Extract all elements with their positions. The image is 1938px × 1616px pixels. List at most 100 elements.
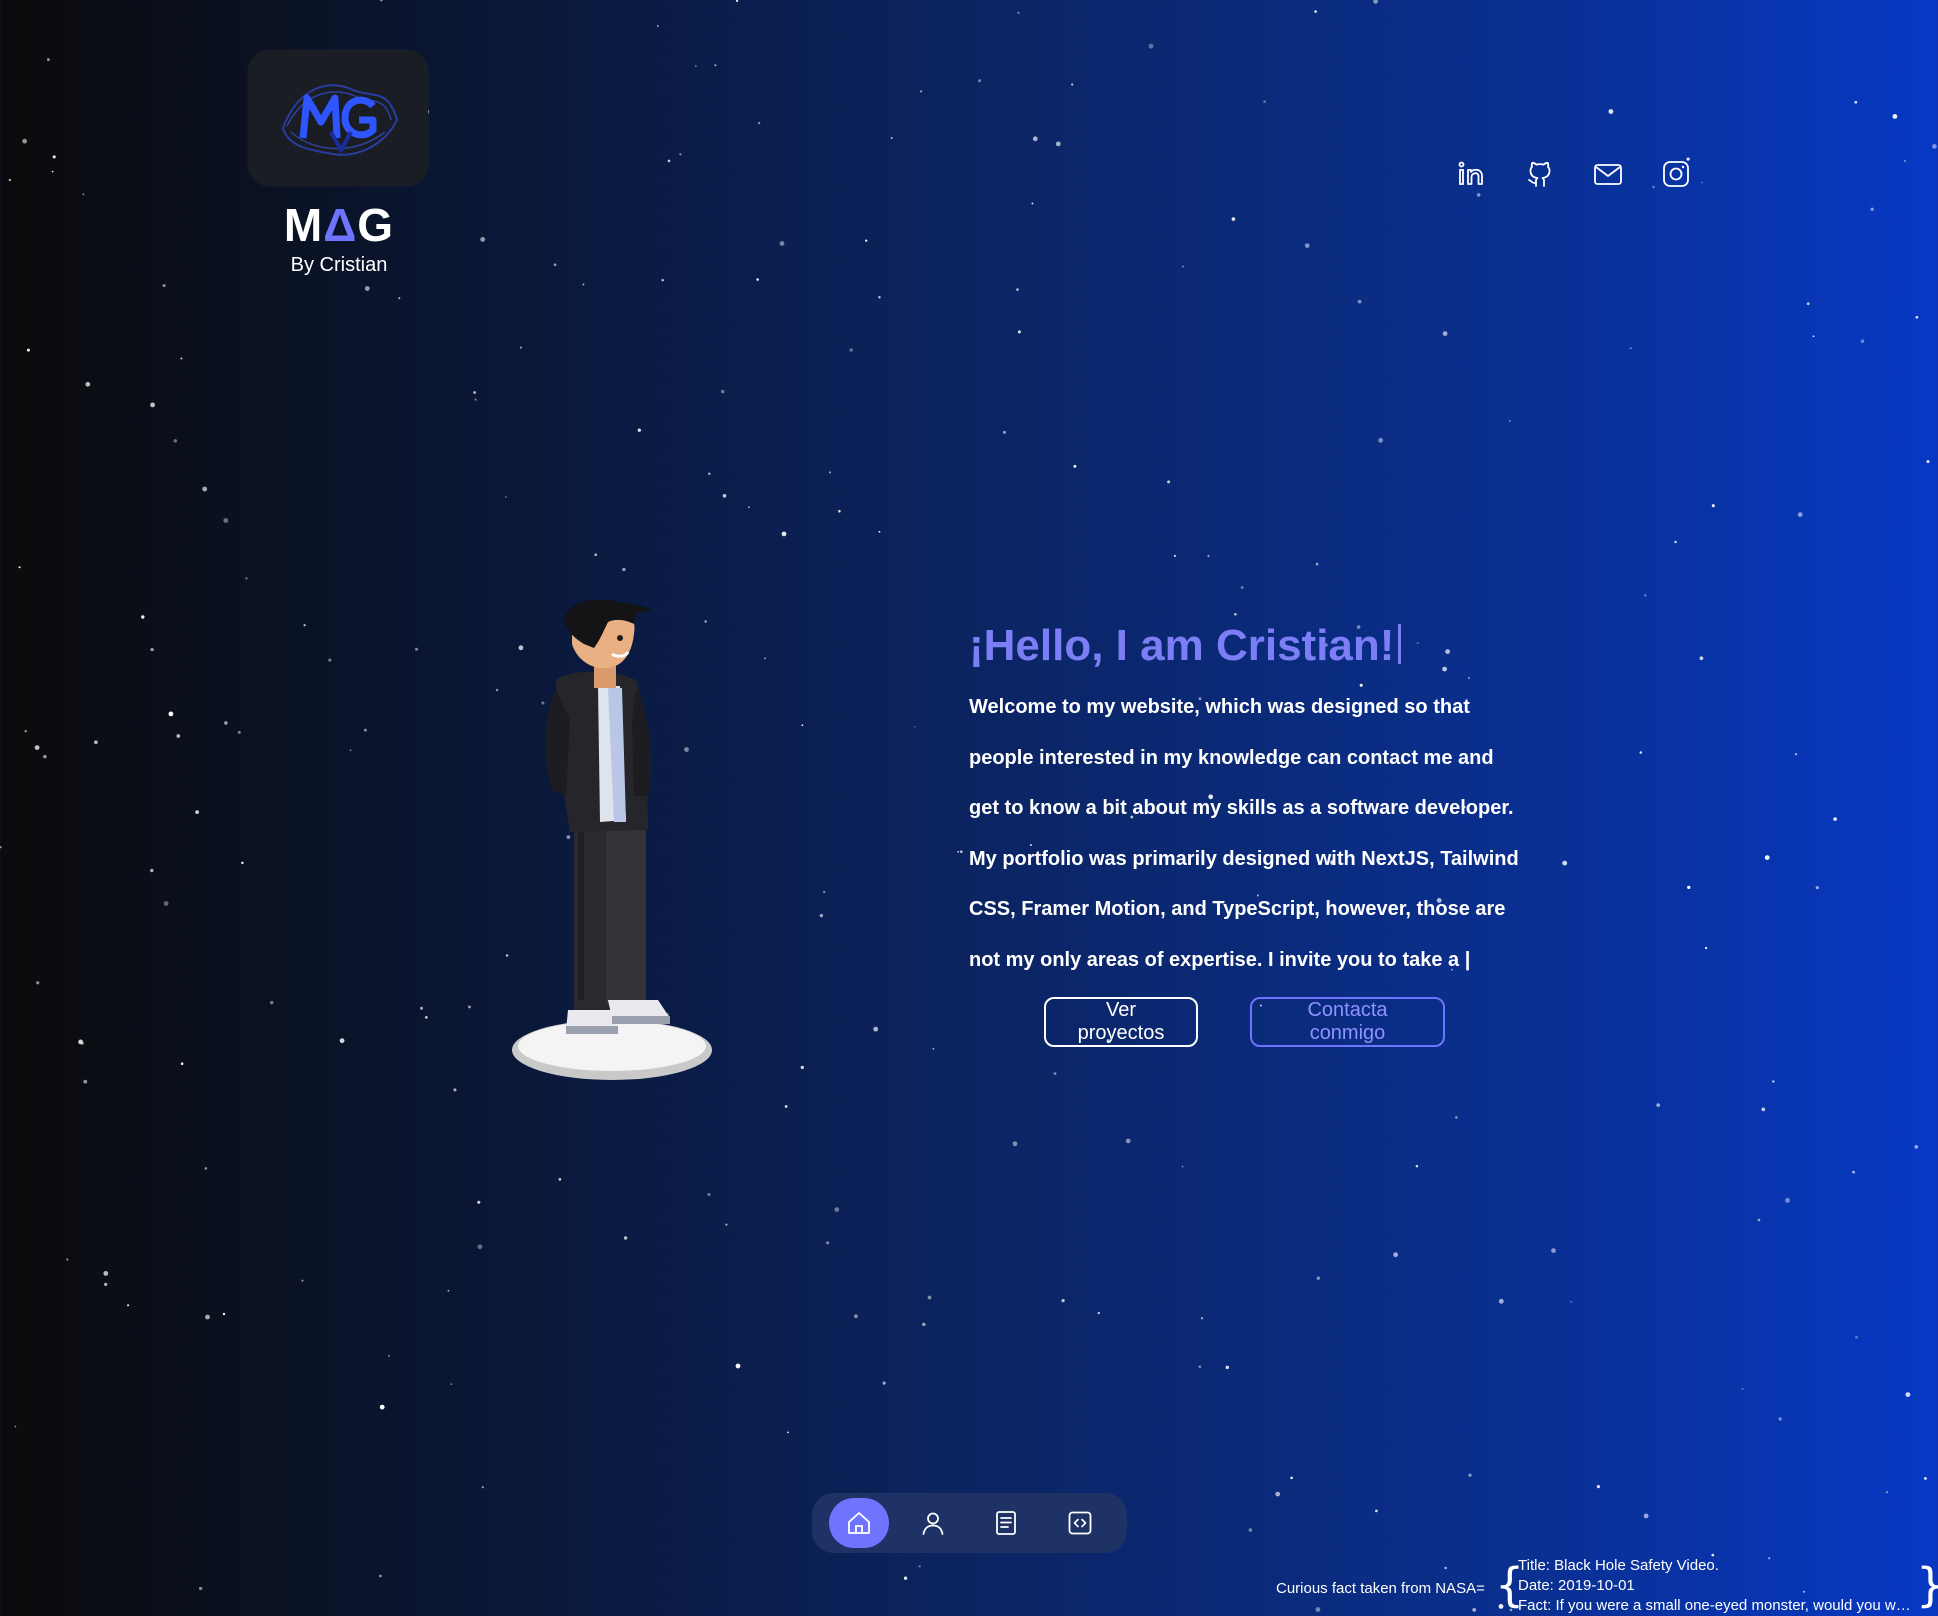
star [787,1431,789,1434]
star [168,711,174,717]
star [173,439,178,443]
star [747,506,751,509]
star [800,1065,804,1070]
star [1225,1365,1230,1370]
star [34,745,40,750]
star [1316,1276,1320,1280]
star [78,1039,83,1045]
star [1870,207,1874,211]
brand-title-accent: Δ [323,199,358,251]
star [237,730,241,734]
nav-about[interactable] [903,1498,963,1548]
brand-title-g: G [357,199,395,251]
star [978,79,982,83]
star [1551,1248,1556,1253]
star [957,850,960,853]
star [1181,1165,1184,1168]
star [1031,202,1034,205]
nasa-fact-content: Title: Black Hole Safety Video. Date: 20… [1518,1556,1914,1616]
star [1915,315,1919,319]
hero-heading-text: ¡Hello, I am Cristian! [969,621,1395,670]
star [1761,1107,1766,1112]
star [826,1241,830,1245]
star [1833,817,1837,821]
star [162,284,166,288]
star [1926,459,1930,464]
star [1923,1476,1927,1480]
star [960,850,963,853]
brand-title-m: M [283,199,324,251]
github-link[interactable] [1524,158,1556,190]
star [1275,1491,1281,1497]
nav-resume[interactable] [976,1498,1036,1548]
star [245,577,248,580]
star [495,688,499,692]
star [43,754,47,759]
star [450,1383,453,1386]
bottom-navigation-dock [812,1493,1127,1553]
star [198,1586,203,1591]
star [85,381,91,387]
nav-home[interactable] [828,1498,889,1548]
star [865,239,868,242]
star [163,901,169,906]
star [1357,299,1362,304]
star [150,402,156,408]
nav-projects[interactable] [1050,1498,1110,1548]
view-projects-button[interactable]: Ver proyectos [1044,997,1198,1047]
email-link[interactable] [1592,158,1624,190]
star [1055,141,1061,147]
star [764,657,766,660]
star [1207,554,1210,557]
social-links [1456,158,1692,190]
linkedin-icon [1458,161,1483,185]
star [1562,860,1568,866]
star [473,391,476,394]
star [722,493,727,498]
star [878,530,881,533]
star [176,734,181,738]
mg-logo[interactable] [248,50,428,186]
star [1885,1491,1888,1494]
star [1932,144,1937,149]
nasa-fact-title: Title: Black Hole Safety Video. [1518,1557,1719,1574]
star [481,1486,484,1489]
star [36,981,40,985]
linkedin-link[interactable] [1456,158,1488,190]
star [52,155,56,159]
star [1167,480,1171,484]
nasa-fact-text: Fact: If you were a small one-eyed monst… [1518,1597,1914,1614]
hero-line: My portfolio was primarily designed with… [969,847,1519,870]
star [141,615,145,619]
star [1674,540,1677,544]
star [1053,1072,1057,1076]
star [1017,11,1020,15]
star [735,1363,741,1369]
star [849,348,853,352]
star [781,531,787,537]
star [819,913,824,918]
star [223,518,229,523]
hero-section: ¡Hello, I am Cristian! Welcome to my web… [969,620,1529,985]
star [1797,512,1803,517]
star [424,1016,428,1019]
user-icon [922,1512,944,1535]
star [1373,0,1378,4]
contact-me-button[interactable]: Contacta conmigo [1250,997,1445,1047]
star [918,1565,921,1568]
typing-cursor [1398,624,1402,664]
star [1854,100,1858,104]
star [224,721,228,725]
star [1741,1387,1744,1390]
star [26,348,30,352]
star [349,749,352,752]
star [1198,1365,1202,1369]
star [1468,1473,1472,1477]
star [622,567,626,572]
home-icon [847,1512,870,1534]
star [1855,1335,1858,1339]
star [1778,1417,1782,1421]
star [474,398,477,401]
instagram-link[interactable] [1660,158,1692,190]
star [363,728,367,732]
